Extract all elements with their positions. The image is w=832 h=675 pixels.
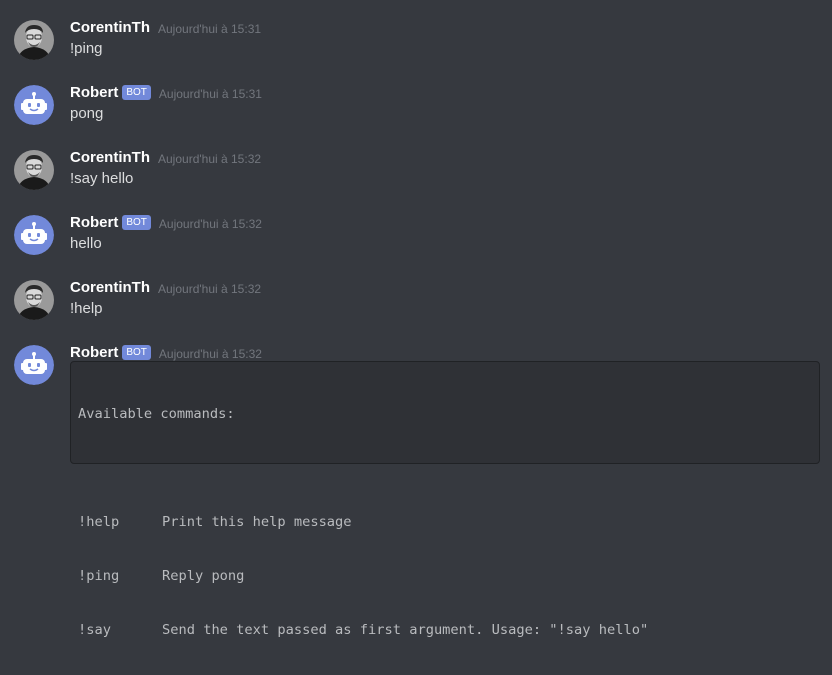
username[interactable]: CorentinTh (70, 148, 150, 168)
user-avatar[interactable] (14, 280, 54, 320)
message-header: CorentinTh Aujourd'hui à 15:32 (70, 148, 261, 168)
bot-tag: BOT (122, 84, 151, 100)
command-row: !help Print this help message (78, 513, 812, 531)
bot-tag: BOT (122, 214, 151, 230)
timestamp: Aujourd'hui à 15:31 (158, 87, 262, 101)
command-row: !say Send the text passed as first argume… (78, 621, 812, 639)
message-content: pong (70, 105, 104, 122)
user-avatar[interactable] (14, 150, 54, 190)
bot-tag: BOT (122, 344, 151, 360)
command-name: !ping (78, 568, 120, 584)
bot-avatar[interactable] (14, 215, 54, 255)
message-content: !ping (70, 40, 103, 57)
message-content: !say hello (70, 170, 134, 187)
command-row: !ping Reply pong (78, 567, 812, 585)
robot-avatar-icon (14, 345, 54, 385)
timestamp: Aujourd'hui à 15:32 (158, 282, 262, 296)
username[interactable]: Robert (70, 83, 118, 103)
username[interactable]: CorentinTh (70, 278, 150, 298)
message-header: Robert BOT Aujourd'hui à 15:32 (70, 343, 262, 363)
timestamp: Aujourd'hui à 15:31 (158, 22, 262, 36)
robot-avatar-icon (14, 215, 54, 255)
timestamp: Aujourd'hui à 15:32 (158, 152, 262, 166)
message-header: CorentinTh Aujourd'hui à 15:31 (70, 18, 261, 38)
bot-avatar[interactable] (14, 345, 54, 385)
code-heading: Available commands: (78, 406, 235, 422)
command-description: Reply pong (162, 568, 245, 584)
message-header: CorentinTh Aujourd'hui à 15:32 (70, 278, 261, 298)
command-description: Send the text passed as first argument. … (162, 622, 649, 638)
chat-messages: CorentinTh Aujourd'hui à 15:31 !ping Rob… (0, 0, 832, 638)
command-name: !say (78, 622, 111, 638)
message-header: Robert BOT Aujourd'hui à 15:31 (70, 83, 262, 103)
username[interactable]: CorentinTh (70, 18, 150, 38)
message-content: !help (70, 300, 103, 317)
message-header: Robert BOT Aujourd'hui à 15:32 (70, 213, 262, 233)
command-name: !help (78, 514, 120, 530)
user-photo-avatar (14, 150, 54, 190)
user-avatar[interactable] (14, 20, 54, 60)
username[interactable]: Robert (70, 213, 118, 233)
code-block[interactable]: Available commands: !help Print this help… (70, 361, 820, 638)
user-photo-avatar (14, 280, 54, 320)
message-content: hello (70, 235, 102, 252)
username[interactable]: Robert (70, 343, 118, 363)
bot-avatar[interactable] (14, 85, 54, 125)
command-description: Print this help message (162, 514, 352, 530)
user-photo-avatar (14, 20, 54, 60)
timestamp: Aujourd'hui à 15:32 (158, 217, 262, 231)
robot-avatar-icon (14, 85, 54, 125)
